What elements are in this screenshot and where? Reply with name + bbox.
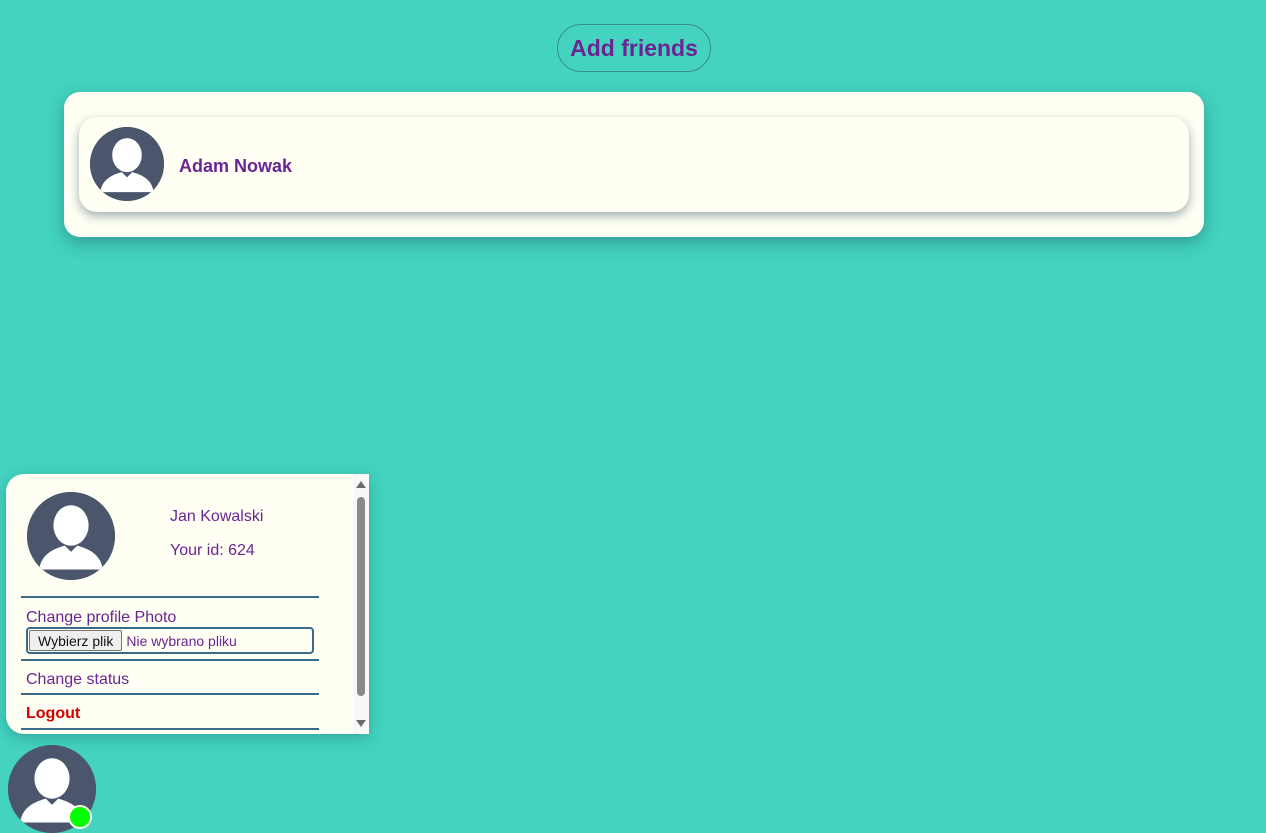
profile-photo-file-input[interactable]: Wybierz plik Nie wybrano pliku xyxy=(26,627,314,654)
logout-button[interactable]: Logout xyxy=(26,705,80,723)
divider xyxy=(21,659,319,661)
friend-card[interactable]: Adam Nowak xyxy=(79,117,1189,212)
scroll-down-arrow-icon[interactable] xyxy=(356,720,366,727)
friends-list: Adam Nowak xyxy=(64,92,1204,237)
friend-name[interactable]: Adam Nowak xyxy=(179,156,292,177)
menu-scrollbar[interactable] xyxy=(353,474,369,734)
profile-id: Your id: 624 xyxy=(170,542,255,559)
change-photo-label: Change profile Photo xyxy=(26,609,177,626)
user-silhouette-icon xyxy=(27,492,115,580)
change-status-button[interactable]: Change status xyxy=(26,671,129,689)
scroll-up-arrow-icon[interactable] xyxy=(356,481,366,488)
user-avatar-button[interactable] xyxy=(8,745,96,833)
profile-menu: Jan Kowalski Your id: 624 Change profile… xyxy=(6,474,369,734)
file-status-text: Nie wybrano pliku xyxy=(126,632,237,649)
choose-file-button[interactable]: Wybierz plik xyxy=(29,630,123,651)
divider xyxy=(21,693,319,695)
scroll-thumb[interactable] xyxy=(357,497,365,696)
add-friends-button[interactable]: Add friends xyxy=(557,24,711,72)
profile-name: Jan Kowalski xyxy=(170,508,264,525)
divider xyxy=(21,596,319,598)
user-silhouette-icon xyxy=(90,127,164,201)
online-status-indicator xyxy=(68,805,92,829)
divider xyxy=(21,728,319,730)
